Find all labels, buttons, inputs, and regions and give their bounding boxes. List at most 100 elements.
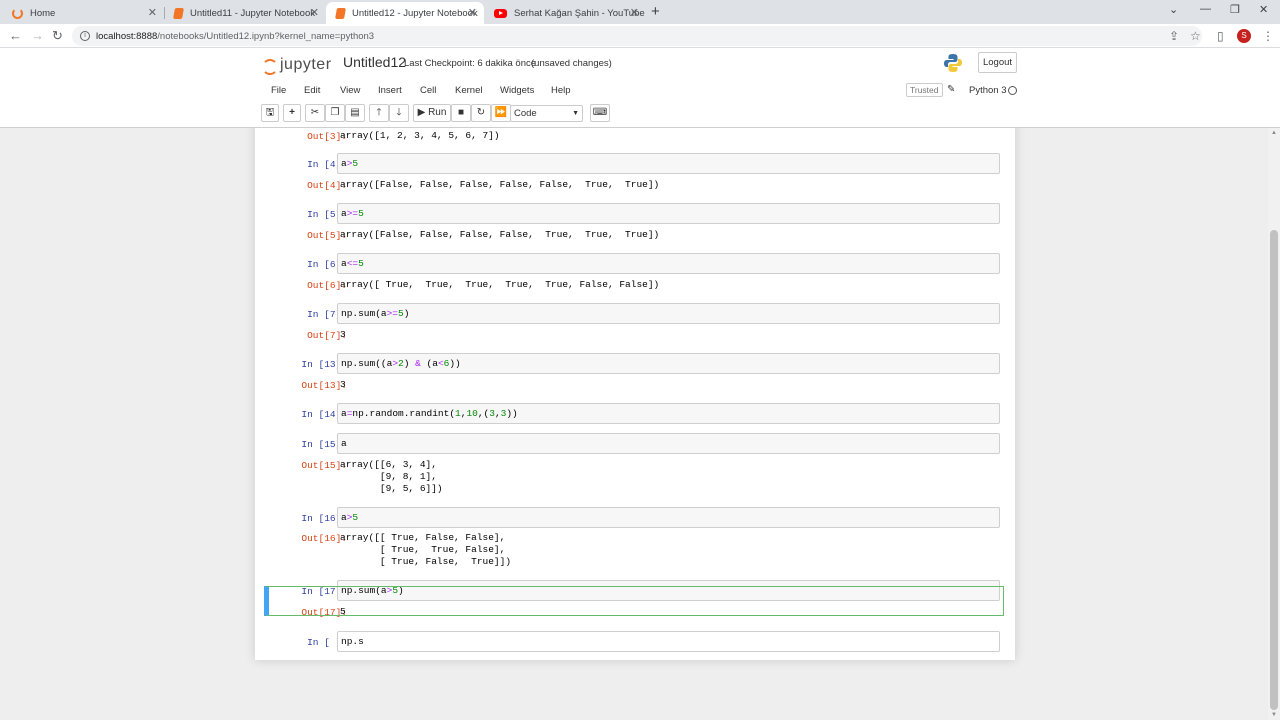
avatar[interactable]: S — [1237, 29, 1251, 43]
notebook-container: Out[3]: array([1, 2, 3, 4, 5, 6, 7]) In … — [255, 128, 1015, 660]
menu-help[interactable]: Help — [551, 85, 571, 96]
scroll-up-icon[interactable]: ▲ — [1271, 130, 1277, 136]
tab-search-icon[interactable]: ⌄ — [1169, 3, 1178, 16]
chevron-down-icon: ▼ — [572, 110, 579, 117]
close-icon[interactable]: ✕ — [310, 6, 319, 20]
side-panel-icon[interactable]: ▯ — [1217, 28, 1224, 44]
code-cell[interactable]: In [7]: np.sum(a>=5) — [255, 303, 1015, 324]
browser-tab-home[interactable]: Home ✕ — [2, 2, 165, 24]
jupyter-logo-icon — [262, 57, 278, 75]
move-down-button[interactable]: 🡓 — [389, 104, 409, 122]
code-input[interactable]: np.sum(a>=5) — [337, 303, 1000, 324]
run-button[interactable]: ▶ Run — [413, 104, 451, 122]
menu-view[interactable]: View — [340, 85, 360, 96]
move-up-button[interactable]: 🡑 — [369, 104, 389, 122]
browser-tab-youtube[interactable]: Serhat Kağan Şahin - YouTube ✕ — [484, 2, 646, 24]
stop-icon: ■ — [457, 107, 465, 118]
jupyter-logo[interactable]: jupyter — [262, 56, 332, 75]
notebook-name[interactable]: Untitled12 — [343, 54, 406, 70]
tab-title: Untitled12 - Jupyter Notebook — [352, 7, 478, 19]
code-cell[interactable]: In [15]: a — [255, 433, 1015, 454]
output-cell: Out[7]: 3 — [255, 329, 1015, 343]
copy-icon: ❐ — [330, 107, 340, 118]
output-text: array([[ True, False, False], — [340, 532, 506, 543]
code-input[interactable]: a>5 — [337, 507, 1000, 528]
notebook-icon — [173, 7, 184, 19]
menu-edit[interactable]: Edit — [304, 85, 320, 96]
output-text: array([ True, True, True, True, True, Fa… — [340, 279, 660, 290]
code-input[interactable]: a>5 — [337, 153, 1000, 174]
notebook-icon — [335, 7, 346, 19]
output-text: array([[6, 3, 4], — [340, 459, 437, 470]
back-icon[interactable]: ← — [9, 28, 22, 44]
address-bar-row: ← → ↻ i localhost:8888/notebooks/Untitle… — [0, 24, 1280, 48]
code-input-active[interactable]: np.s — [337, 631, 1000, 652]
output-text: [9, 8, 1], — [340, 471, 437, 482]
code-cell[interactable]: In [16]: a>5 — [255, 507, 1015, 528]
output-cell: Out[16]: array([[ True, False, False], [… — [255, 532, 1015, 567]
share-icon[interactable]: ⇪ — [1169, 28, 1179, 44]
insert-cell-button[interactable]: + — [283, 104, 301, 122]
arrow-up-icon: 🡑 — [376, 107, 382, 118]
close-icon[interactable]: ✕ — [630, 6, 639, 20]
restart-run-all-button[interactable]: ⏩ — [491, 104, 511, 122]
menu-cell[interactable]: Cell — [420, 85, 436, 96]
output-cell: Out[5]: array([False, False, False, Fals… — [255, 229, 1015, 243]
scroll-down-icon[interactable]: ▼ — [1271, 712, 1277, 718]
forward-icon[interactable]: → — [31, 28, 44, 44]
code-cell[interactable]: In [14]: a=np.random.randint(1,10,(3,3)) — [255, 403, 1015, 424]
restart-button[interactable]: ↻ — [471, 104, 491, 122]
tab-title: Serhat Kağan Şahin - YouTube — [514, 7, 645, 19]
output-text: 3 — [340, 379, 346, 390]
pencil-icon[interactable]: ✎ — [947, 84, 955, 95]
code-cell[interactable]: In [4]: a>5 — [255, 153, 1015, 174]
menu-file[interactable]: File — [271, 85, 286, 96]
cut-button[interactable]: ✂ — [305, 104, 325, 122]
new-tab-icon[interactable]: + — [651, 3, 660, 20]
code-input[interactable]: a=np.random.randint(1,10,(3,3)) — [337, 403, 1000, 424]
cell-type-select[interactable]: Code ▼ — [510, 105, 583, 122]
code-cell-active[interactable]: In [ ]: np.s — [255, 631, 1015, 652]
restore-icon[interactable]: ❐ — [1230, 3, 1240, 16]
minimize-icon[interactable]: — — [1200, 3, 1211, 15]
copy-button[interactable]: ❐ — [325, 104, 345, 122]
browser-menu-icon[interactable]: ⋮ — [1262, 28, 1274, 44]
menu-insert[interactable]: Insert — [378, 85, 402, 96]
close-icon[interactable]: ✕ — [468, 6, 477, 20]
url-input[interactable]: i localhost:8888/notebooks/Untitled12.ip… — [72, 26, 1202, 46]
code-input[interactable]: a<=5 — [337, 253, 1000, 274]
menu-widgets[interactable]: Widgets — [500, 85, 534, 96]
active-code-cell[interactable] — [264, 586, 1004, 616]
code-cell[interactable]: In [6]: a<=5 — [255, 253, 1015, 274]
output-text: array([1, 2, 3, 4, 5, 6, 7]) — [340, 130, 500, 141]
info-icon[interactable]: i — [80, 31, 90, 41]
save-button[interactable]: 🖫 — [261, 104, 279, 122]
browser-tab-untitled12[interactable]: Untitled12 - Jupyter Notebook ✕ — [326, 2, 484, 24]
browser-tab-untitled11[interactable]: Untitled11 - Jupyter Notebook ✕ — [164, 2, 326, 24]
save-icon: 🖫 — [265, 107, 275, 118]
code-cell[interactable]: In [13]: np.sum((a>2) & (a<6)) — [255, 353, 1015, 374]
vertical-scrollbar[interactable]: ▲ ▼ — [1268, 128, 1280, 720]
browser-tab-bar: Home ✕ Untitled11 - Jupyter Notebook ✕ U… — [0, 0, 1280, 24]
scissors-icon: ✂ — [310, 107, 320, 118]
scrollbar-thumb[interactable] — [1270, 230, 1278, 710]
notebook-scroll-area[interactable]: Out[3]: array([1, 2, 3, 4, 5, 6, 7]) In … — [0, 128, 1268, 720]
close-icon[interactable]: ✕ — [148, 6, 157, 20]
command-palette-button[interactable]: ⌨ — [590, 104, 610, 122]
code-cell[interactable]: In [5]: a>=5 — [255, 203, 1015, 224]
plus-icon: + — [289, 107, 295, 118]
bookmark-star-icon[interactable]: ☆ — [1190, 28, 1201, 44]
reload-icon[interactable]: ↻ — [52, 28, 63, 44]
menu-kernel[interactable]: Kernel — [455, 85, 482, 96]
unsaved-status: (unsaved changes) — [531, 58, 612, 69]
code-input[interactable]: a>=5 — [337, 203, 1000, 224]
kernel-idle-indicator-icon — [1008, 86, 1017, 95]
trusted-badge[interactable]: Trusted — [906, 83, 943, 97]
code-input[interactable]: np.sum((a>2) & (a<6)) — [337, 353, 1000, 374]
interrupt-button[interactable]: ■ — [451, 104, 471, 122]
code-input[interactable]: a — [337, 433, 1000, 454]
window-close-icon[interactable]: ✕ — [1259, 3, 1268, 16]
youtube-icon — [494, 8, 507, 18]
logout-button[interactable]: Logout — [978, 52, 1017, 73]
paste-button[interactable]: ▤ — [345, 104, 365, 122]
